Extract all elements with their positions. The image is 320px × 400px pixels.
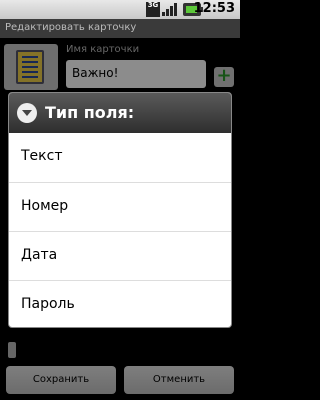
status-bar: 3G 12:53	[0, 0, 240, 19]
option-date[interactable]: Дата	[9, 231, 231, 280]
dialog-header: Тип поля:	[9, 93, 231, 133]
option-password[interactable]: Пароль	[9, 280, 231, 327]
signal-strength-icon	[162, 3, 178, 16]
status-time: 12:53	[193, 1, 235, 16]
network-3g-icon: 3G	[146, 2, 160, 17]
option-number[interactable]: Номер	[9, 182, 231, 231]
field-type-dialog: Тип поля: Текст Номер Дата Пароль	[8, 92, 232, 328]
dialog-title: Тип поля:	[45, 103, 135, 122]
window-title: Редактировать карточку	[0, 19, 240, 38]
option-text[interactable]: Текст	[9, 133, 231, 182]
dropdown-circle-icon	[17, 103, 37, 123]
